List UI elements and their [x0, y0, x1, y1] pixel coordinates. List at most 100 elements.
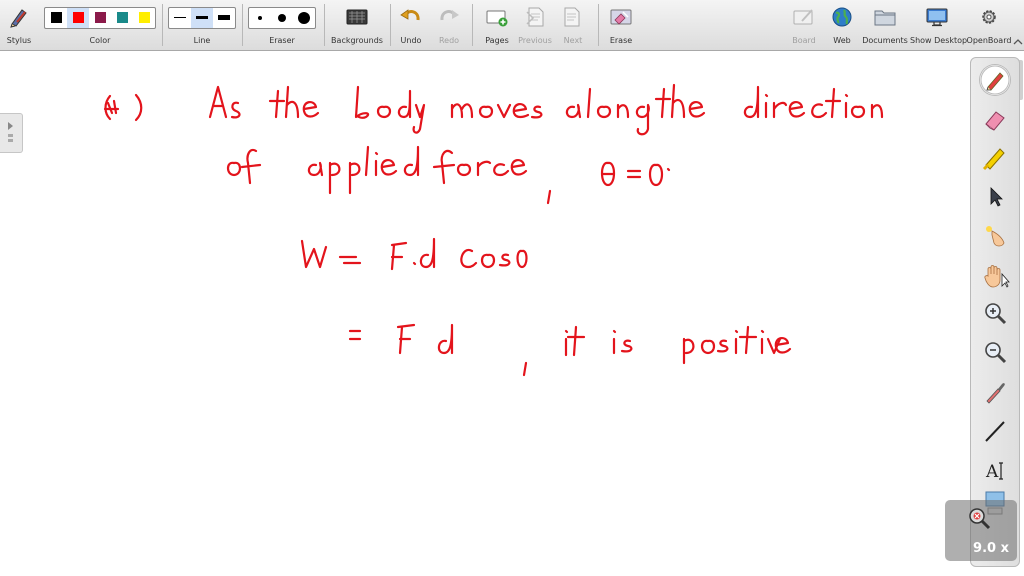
color-palette [44, 7, 156, 29]
line-width-palette [168, 7, 236, 29]
line-icon [985, 421, 1005, 442]
stylus-icon [10, 9, 27, 28]
folder-icon [874, 10, 896, 26]
line-thick[interactable] [213, 8, 235, 28]
color-yellow[interactable] [133, 8, 155, 28]
backgrounds-button[interactable]: Backgrounds [330, 0, 384, 50]
openboard-label: OpenBoard [966, 36, 1012, 45]
handwritten-ink [103, 83, 884, 377]
zoom-in-tool-button[interactable] [980, 299, 1010, 329]
openboard-menu-button[interactable]: OpenBoard [966, 0, 1012, 50]
line-tool-button[interactable] [980, 416, 1010, 446]
separator [472, 4, 473, 46]
eraser-size-palette [248, 7, 316, 29]
show-desktop-button[interactable]: Show Desktop [910, 0, 968, 50]
line-medium[interactable] [191, 8, 213, 28]
undo-icon [400, 9, 420, 21]
redo-button[interactable]: Redo [434, 0, 464, 50]
stylus-tool-palette: A [970, 57, 1020, 567]
color-maroon[interactable] [89, 8, 111, 28]
ink-line-1 [103, 83, 884, 136]
pipette-tool-button[interactable] [980, 377, 1010, 407]
highlighter-icon [982, 148, 1005, 171]
highlighter-tool-button[interactable] [980, 143, 1010, 173]
top-toolbar: Stylus Color Line Eraser Backgrounds Und… [0, 0, 1024, 51]
pages-button[interactable]: Pages [480, 0, 514, 50]
add-page-icon [486, 10, 508, 27]
globe-icon [832, 7, 852, 27]
redo-label: Redo [438, 36, 460, 45]
erase-all-icon [610, 9, 632, 25]
color-red[interactable] [67, 8, 89, 28]
text-tool-button[interactable]: A [980, 455, 1010, 485]
separator [242, 4, 243, 46]
eraser-tool-button[interactable] [980, 104, 1010, 134]
svg-text:A: A [985, 462, 999, 482]
previous-page-icon [526, 7, 544, 27]
undo-label: Undo [400, 36, 422, 45]
magnifier-widget[interactable]: 9.0 x [945, 500, 1017, 561]
previous-label: Previous [518, 36, 552, 45]
ink-line-2 [226, 145, 671, 205]
color-label: Color [89, 36, 111, 45]
board-label: Board [792, 36, 816, 45]
pen-icon [980, 65, 1010, 95]
separator [598, 4, 599, 46]
eraser-large[interactable] [293, 8, 315, 28]
hand-tool-button[interactable] [980, 260, 1010, 290]
pointer-tool-button[interactable] [980, 182, 1010, 212]
board-button[interactable]: Board [788, 0, 820, 50]
zoom-in-icon [985, 303, 1007, 325]
line-label: Line [193, 36, 211, 45]
laser-pointer-icon [986, 226, 1005, 247]
pen-tool-button[interactable] [980, 65, 1010, 95]
backgrounds-label: Backgrounds [331, 36, 383, 45]
pointer-icon [990, 187, 1003, 207]
backgrounds-icon [346, 9, 368, 25]
erase-button[interactable]: Erase [604, 0, 638, 50]
documents-button[interactable]: Documents [862, 0, 908, 50]
ink-line-4 [348, 323, 792, 377]
erase-label: Erase [609, 36, 633, 45]
next-label: Next [563, 36, 583, 45]
color-group: Color [44, 0, 156, 50]
next-page-button[interactable]: Next [556, 0, 590, 50]
eraser-medium[interactable] [271, 8, 293, 28]
web-button[interactable]: Web [826, 0, 858, 50]
eraser-small[interactable] [249, 8, 271, 28]
separator [390, 4, 391, 46]
ink-line-3 [300, 237, 528, 271]
separator [162, 4, 163, 46]
line-thin[interactable] [169, 8, 191, 28]
zoom-level: 9.0 x [973, 541, 1009, 556]
zoom-out-icon [985, 342, 1007, 364]
stylus-label: Stylus [6, 36, 32, 45]
line-group: Line [168, 0, 236, 50]
gear-icon [982, 10, 996, 24]
eraser-icon [985, 111, 1005, 131]
web-label: Web [833, 36, 851, 45]
show-desktop-label: Show Desktop [910, 36, 968, 45]
zoom-out-tool-button[interactable] [980, 338, 1010, 368]
collapse-toolbar-icon[interactable] [1013, 38, 1023, 46]
text-icon: A [985, 462, 1003, 482]
undo-button[interactable]: Undo [396, 0, 426, 50]
next-page-icon [564, 7, 580, 27]
laser-pointer-tool-button[interactable] [980, 221, 1010, 251]
separator [324, 4, 325, 46]
previous-page-button[interactable]: Previous [516, 0, 554, 50]
stylus-button[interactable]: Stylus [2, 0, 36, 50]
documents-label: Documents [862, 36, 908, 45]
eraser-label: Eraser [269, 36, 295, 45]
color-teal[interactable] [111, 8, 133, 28]
whiteboard-canvas[interactable] [0, 51, 1024, 576]
monitor-icon [926, 8, 948, 27]
redo-icon [440, 10, 459, 21]
hand-icon [984, 265, 1010, 288]
magnifier-icon [969, 508, 991, 530]
pipette-icon [986, 383, 1005, 404]
board-icon [793, 9, 813, 25]
pages-label: Pages [485, 36, 509, 45]
color-black[interactable] [45, 8, 67, 28]
eraser-group: Eraser [248, 0, 316, 50]
